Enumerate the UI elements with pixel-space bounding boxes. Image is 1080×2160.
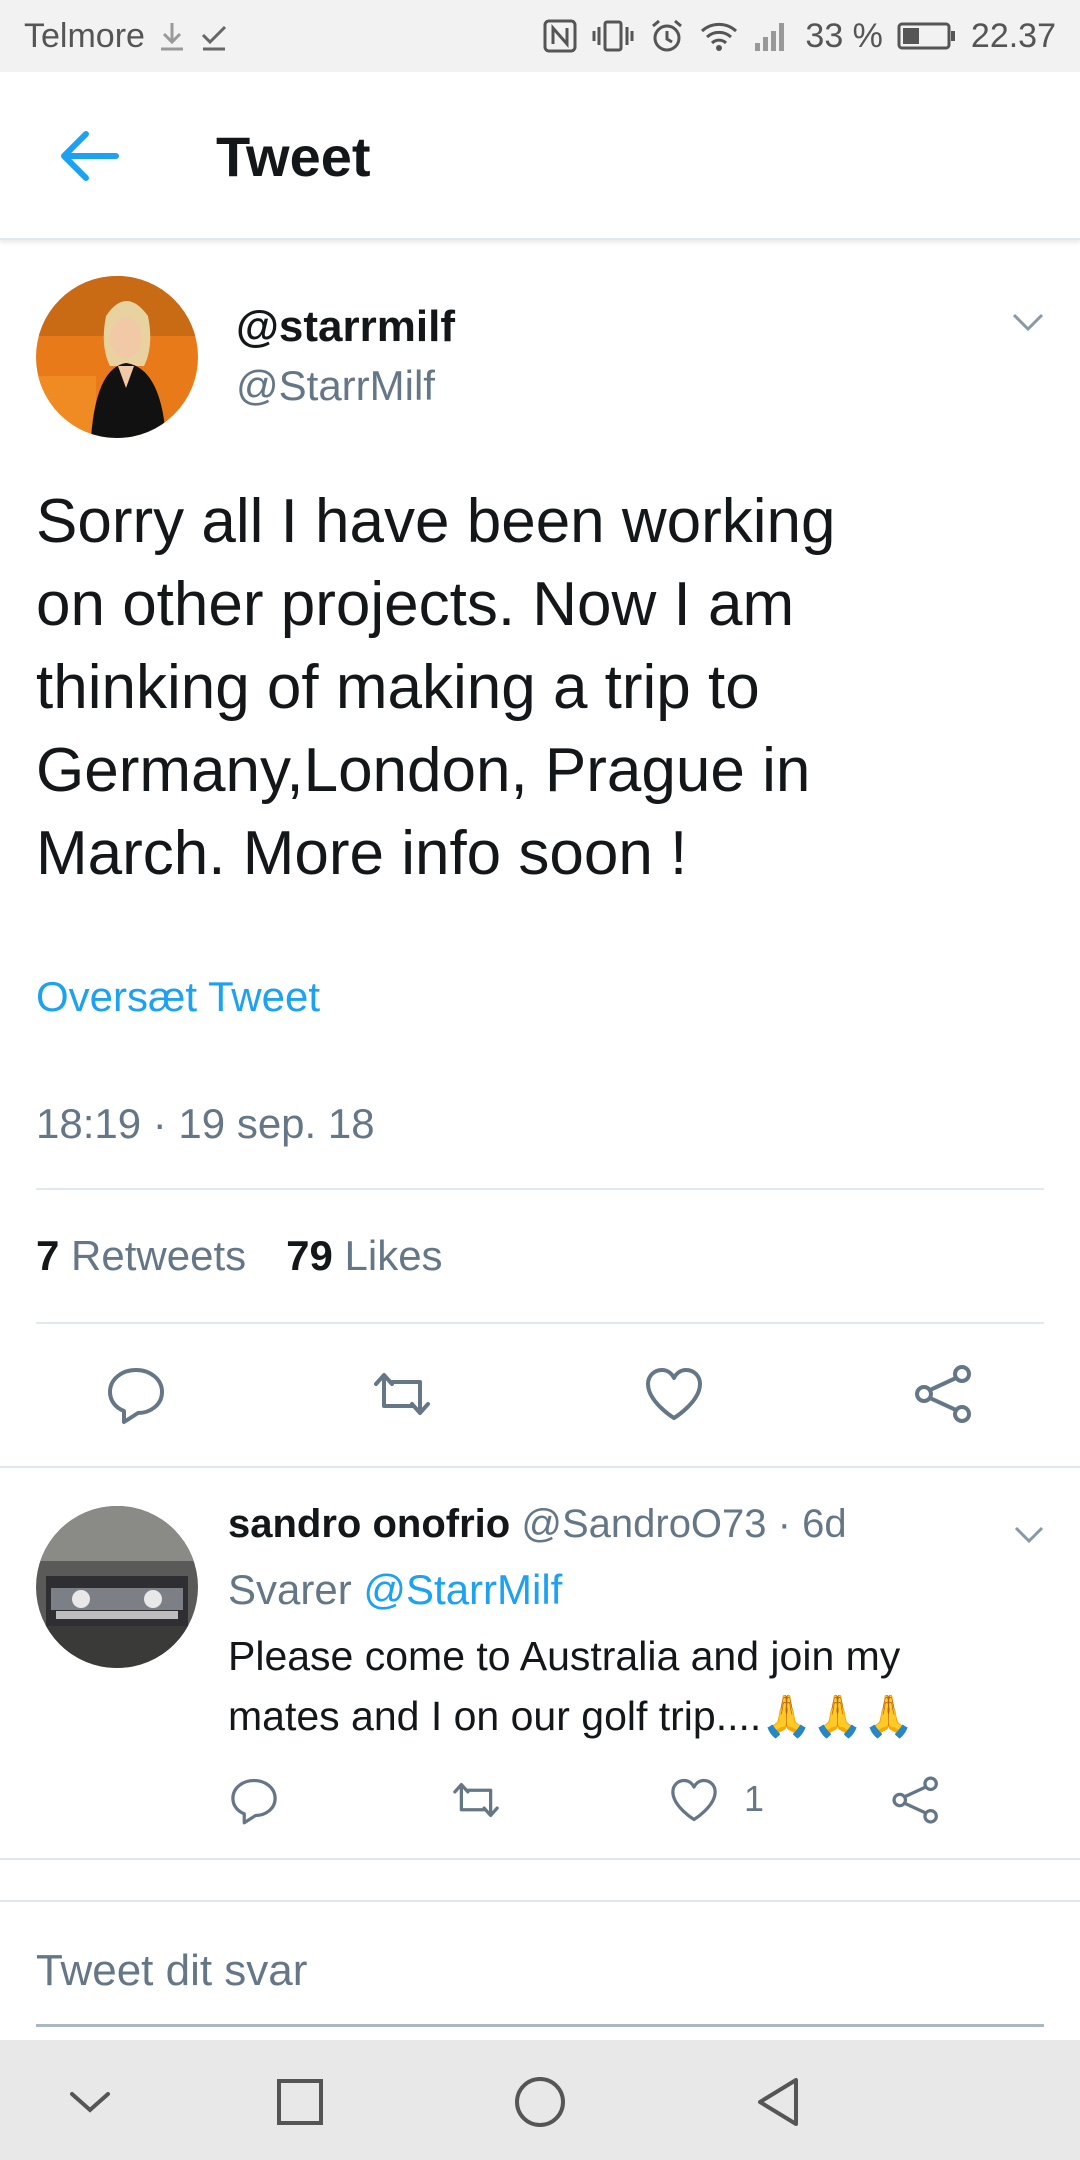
divider [36,1322,1044,1324]
battery-percent: 33 % [805,16,883,55]
like-button[interactable] [642,1362,706,1426]
back-arrow-icon [61,131,119,181]
reply-text-line: mates and I on our golf trip....🙏🙏🙏 [228,1693,915,1739]
share-icon [892,1776,938,1824]
likes-stat[interactable]: 79 Likes [286,1232,442,1280]
triangle-back-icon [758,2078,798,2126]
reply-header: sandro onofrio @SandroO73 · 6d [228,1502,847,1547]
reply-reply-button[interactable] [228,1774,280,1826]
circle-icon [515,2077,565,2127]
reply-text-line: Please come to Australia and join my [228,1633,901,1679]
back-button[interactable] [56,128,126,184]
clock: 22.37 [970,16,1056,55]
carrier-label: Telmore [24,16,145,55]
app-bar: Tweet [0,72,1080,240]
reply-icon [231,1778,277,1825]
vibrate-icon [591,19,635,53]
nav-home-button[interactable] [510,2072,570,2132]
chevron-down-icon [70,2092,110,2113]
tweet-text-line: March. More info soon ! [36,819,688,888]
tweet-actions [0,1350,1080,1430]
tweet-text: Sorry all I have been working on other p… [36,480,936,895]
wifi-icon [699,19,739,53]
likes-count: 79 [286,1232,333,1279]
retweet-icon [453,1782,499,1818]
status-bar: Telmore 33 % 22.37 [0,0,1080,72]
reply-button[interactable] [104,1362,168,1426]
check-icon [199,19,229,53]
reply-icon [108,1368,164,1424]
reply-author-handle[interactable]: @SandroO73 [521,1502,766,1546]
tweet-options-button[interactable] [1010,310,1046,334]
alarm-icon [649,18,685,54]
replying-to: Svarer @StarrMilf [228,1566,562,1614]
nav-collapse-button[interactable] [60,2072,120,2132]
input-underline [36,2024,1044,2027]
chevron-down-icon [1012,313,1044,332]
tweet-text-line: on other projects. Now I am [36,570,795,639]
author-handle[interactable]: @StarrMilf [236,362,435,410]
reply-age: · 6d [777,1502,847,1546]
reply-share-button[interactable] [890,1774,942,1826]
divider [0,1466,1080,1468]
reply-like-button[interactable] [668,1774,720,1826]
retweets-label: Retweets [71,1232,247,1279]
battery-icon [897,21,957,51]
heart-icon [646,1368,702,1420]
tweet-text-line: thinking of making a trip to [36,653,760,722]
chevron-down-icon [1014,1526,1044,1544]
share-icon [915,1365,971,1423]
retweets-stat[interactable]: 7 Retweets [36,1232,246,1280]
author-avatar[interactable] [36,276,198,438]
square-icon [277,2079,323,2125]
reply-author-name[interactable]: sandro onofrio [228,1502,510,1546]
page-title: Tweet [216,125,371,188]
divider [0,1858,1080,1860]
reply-options-button[interactable] [1012,1524,1046,1546]
nfc-icon [543,19,577,53]
tweet-timestamp: 18:19 · 19 sep. 18 [36,1100,375,1147]
reply-author-avatar[interactable] [36,1506,198,1668]
retweet-button[interactable] [370,1362,434,1426]
replying-prefix: Svarer [228,1566,352,1613]
retweets-count: 7 [36,1232,60,1279]
reply-like-count: 1 [744,1778,765,1819]
replying-mention[interactable]: @StarrMilf [363,1566,562,1613]
reply-retweet-button[interactable] [450,1774,502,1826]
nav-recents-button[interactable] [270,2072,330,2132]
likes-label: Likes [344,1232,443,1279]
share-button[interactable] [912,1362,976,1426]
divider [36,1188,1044,1190]
author-display-name[interactable]: @starrmilf [236,302,455,352]
heart-icon [671,1778,717,1822]
signal-icon [753,19,791,53]
system-nav-bar [0,2040,1080,2160]
compose-bar: Tweet dit svar [0,1900,1080,2040]
download-icon [157,19,187,53]
reply-text: Please come to Australia and join my mat… [228,1626,1058,1746]
translate-tweet-link[interactable]: Oversæt Tweet [36,973,320,1021]
tweet-stats: 7 Retweets 79 Likes [36,1232,443,1280]
nav-back-button[interactable] [748,2072,808,2132]
tweet-text-line: Sorry all I have been working [36,487,836,556]
tweet-text-line: Germany,London, Prague in [36,736,811,805]
reply-input[interactable]: Tweet dit svar [36,1946,307,1996]
retweet-icon [374,1373,430,1415]
